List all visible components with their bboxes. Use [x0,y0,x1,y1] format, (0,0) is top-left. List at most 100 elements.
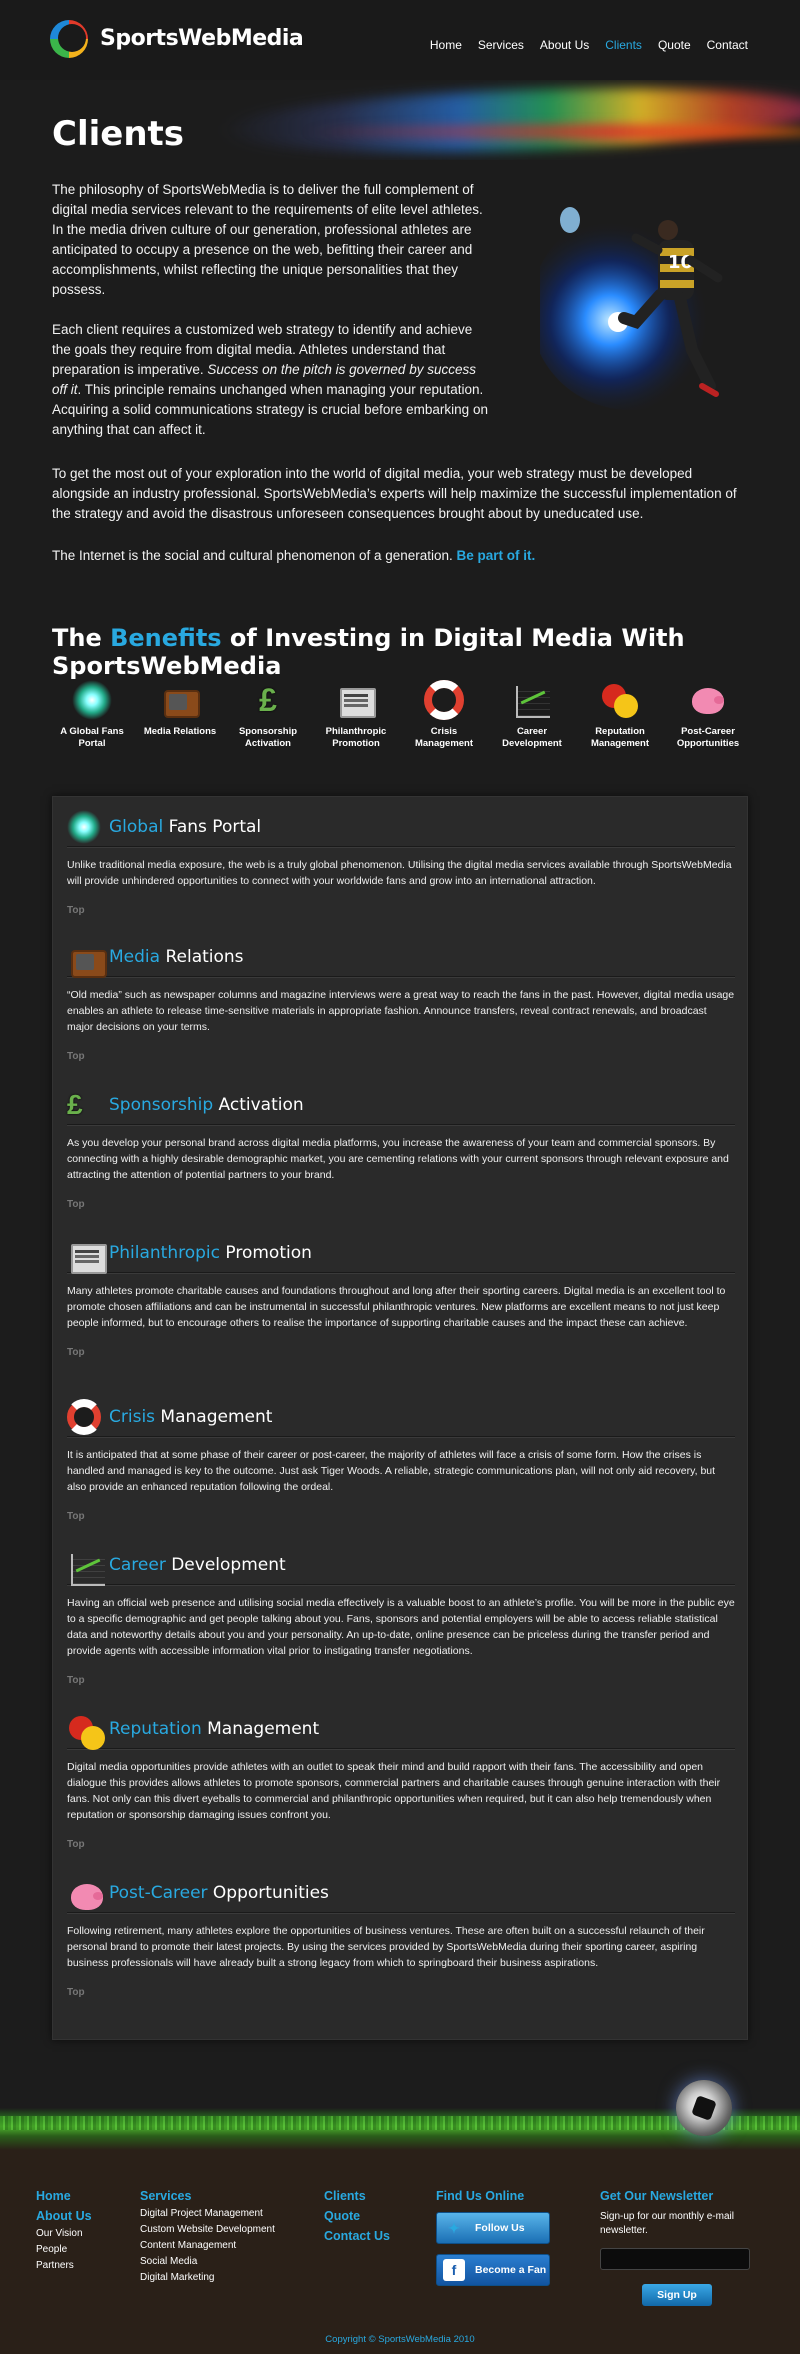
logo[interactable]: SportsWebMedia [50,18,304,58]
section-title: Post-Career Opportunities [109,1882,329,1903]
nav-home[interactable]: Home [430,38,462,52]
facebook-fan-button[interactable]: f Become a Fan [436,2254,550,2286]
footer-link-people[interactable]: People [36,2242,92,2258]
footer-col-clients: Clients Quote Contact Us [324,2186,390,2246]
copyright: Copyright © SportsWebMedia 2010 [325,2334,475,2345]
globe-icon [67,809,101,844]
rugby-player-image: 10 [540,207,730,410]
top-link[interactable]: Top [67,1511,85,1522]
chart-icon [67,1548,105,1586]
benefit-media-relations[interactable]: Media Relations [140,680,220,750]
piggy-bank-icon [67,1876,103,1910]
benefit-reputation-management[interactable]: Reputation Management [580,680,660,750]
footer-link-quote[interactable]: Quote [324,2206,390,2226]
section-body: Digital media opportunities provide athl… [67,1761,721,1821]
press-icon [336,680,376,720]
section-body: Having an official web presence and util… [67,1597,735,1657]
footer-link-content-management[interactable]: Content Management [140,2238,275,2254]
facebook-icon: f [443,2259,465,2281]
footer-link-project-management[interactable]: Digital Project Management [140,2206,275,2222]
footer-link-social-media[interactable]: Social Media [140,2254,275,2270]
section-body: “Old media” such as newspaper columns an… [67,989,735,1033]
footer-link-contact-us[interactable]: Contact Us [324,2226,390,2246]
press-icon [67,1236,107,1274]
benefits-panel: Global Fans Portal Unlike traditional me… [52,796,748,2040]
benefit-sponsorship-activation[interactable]: £ Sponsorship Activation [228,680,308,750]
section-reputation-management: Reputation Management Digital media oppo… [67,1709,735,1852]
footer-link-partners[interactable]: Partners [36,2258,92,2274]
benefits-title: The Benefits of Investing in Digital Med… [52,624,685,680]
top-link[interactable]: Top [67,1839,85,1850]
lifebuoy-icon [66,1398,102,1435]
top-link[interactable]: Top [67,1675,85,1686]
footer-find-us-heading: Find Us Online [436,2189,525,2203]
lifebuoy-icon [424,680,464,720]
section-body: As you develop your personal brand acros… [67,1137,729,1181]
tv-icon [160,680,200,720]
nav-services[interactable]: Services [478,38,524,52]
section-title: Career Development [109,1554,286,1575]
section-body: It is anticipated that at some phase of … [67,1449,716,1493]
intro-paragraph-1: The philosophy of SportsWebMedia is to d… [52,182,483,297]
benefit-global-fans-portal[interactable]: A Global Fans Portal [52,680,132,750]
footer-link-about-us[interactable]: About Us [36,2206,92,2226]
newsletter-signup-button[interactable]: Sign Up [642,2284,712,2306]
section-sponsorship-activation: £ Sponsorship Activation As you develop y… [67,1085,735,1212]
pound-icon: £ [259,682,277,718]
nav-clients[interactable]: Clients [605,38,642,52]
top-link[interactable]: Top [67,1051,85,1062]
benefit-philanthropic-promotion[interactable]: Philanthropic Promotion [316,680,396,750]
top-link[interactable]: Top [67,1347,85,1358]
pound-icon: £ [67,1088,83,1120]
footer-link-our-vision[interactable]: Our Vision [36,2226,92,2242]
footer-col-newsletter: Get Our Newsletter Sign-up for our month… [600,2186,750,2306]
footer-link-clients[interactable]: Clients [324,2186,390,2206]
be-part-of-it-link[interactable]: Be part of it. [457,548,536,563]
nav-about-us[interactable]: About Us [540,38,589,52]
section-body: Following retirement, many athletes expl… [67,1925,705,1969]
section-title: Sponsorship Activation [109,1094,304,1115]
twitter-bird-icon: ✦ [448,2219,460,2236]
main-nav: Home Services About Us Clients Quote Con… [430,38,748,52]
footer-link-digital-marketing[interactable]: Digital Marketing [140,2270,275,2286]
section-post-career-opportunities: Post-Career Opportunities Following reti… [67,1873,735,2000]
section-crisis-management: Crisis Management It is anticipated that… [66,1397,735,1524]
footer-col-services: Services Digital Project Management Cust… [140,2186,275,2286]
section-global-fans-portal: Global Fans Portal Unlike traditional me… [67,807,735,918]
section-title: Reputation Management [109,1718,320,1739]
section-career-development: Career Development Having an official we… [67,1545,735,1688]
newsletter-email-input[interactable] [600,2248,750,2270]
top-link[interactable]: Top [67,1199,85,1210]
section-title: Philanthropic Promotion [109,1242,312,1263]
brand-name: SportsWebMedia [100,25,304,51]
top-link[interactable]: Top [67,905,85,916]
nav-contact[interactable]: Contact [707,38,748,52]
globe-icon [72,680,112,720]
benefit-crisis-management[interactable]: Crisis Management [404,680,484,750]
chart-icon [512,680,552,720]
twitter-follow-button[interactable]: ✦ Follow Us [436,2212,550,2244]
intro-paragraph-2: Each client requires a customized web st… [52,322,488,437]
section-body: Unlike traditional media exposure, the w… [67,859,732,887]
tv-icon [67,940,107,978]
section-title: Media Relations [109,946,244,967]
footer-services-heading[interactable]: Services [140,2186,275,2206]
benefit-career-development[interactable]: Career Development [492,680,572,750]
footer-col-home: Home About Us Our Vision People Partners [36,2186,92,2274]
footer-link-home[interactable]: Home [36,2186,92,2206]
intro-text: The philosophy of SportsWebMedia is to d… [52,180,492,460]
top-link[interactable]: Top [67,1987,85,1998]
section-title: Global Fans Portal [109,816,262,837]
nav-quote[interactable]: Quote [658,38,691,52]
intro-paragraph-4: The Internet is the social and cultural … [52,548,536,563]
section-philanthropic-promotion: Philanthropic Promotion Many athletes pr… [67,1233,735,1360]
footer-col-social: Find Us Online ✦ Follow Us f Become a Fa… [436,2186,550,2296]
intro-paragraph-3: To get the most out of your exploration … [52,466,737,521]
section-body: Many athletes promote charitable causes … [67,1285,726,1329]
page-title: Clients [52,114,185,154]
footer-link-website-development[interactable]: Custom Website Development [140,2222,275,2238]
newsletter-heading: Get Our Newsletter [600,2189,714,2203]
site-header: SportsWebMedia Home Services About Us Cl… [0,0,800,80]
benefit-post-career-opportunities[interactable]: Post-Career Opportunities [668,680,748,750]
piggy-bank-icon [688,680,728,720]
